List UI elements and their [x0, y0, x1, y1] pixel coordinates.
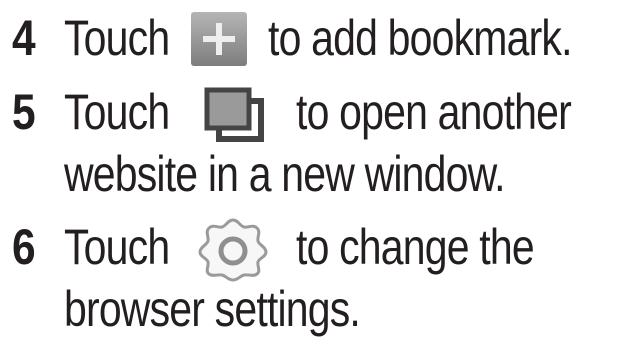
new-window-icon: [204, 87, 264, 142]
step-text-before-icon: Touch: [64, 84, 170, 140]
step-number: 6: [12, 219, 36, 275]
add-bookmark-icon: [191, 12, 247, 66]
step-text-after-icon: to add bookmark.: [268, 10, 572, 66]
step-number: 4: [12, 10, 36, 66]
step-number: 5: [12, 84, 36, 140]
step-text-after-icon: to open another: [296, 84, 572, 140]
settings-gear-icon: [198, 218, 268, 282]
step-text-before-icon: Touch: [64, 219, 170, 275]
step-text-line-2: website in a new window.: [64, 146, 506, 202]
step-text-before-icon: Touch: [64, 10, 170, 66]
step-text-line-2: browser settings.: [64, 281, 361, 337]
step-text-after-icon: to change the: [296, 219, 535, 275]
